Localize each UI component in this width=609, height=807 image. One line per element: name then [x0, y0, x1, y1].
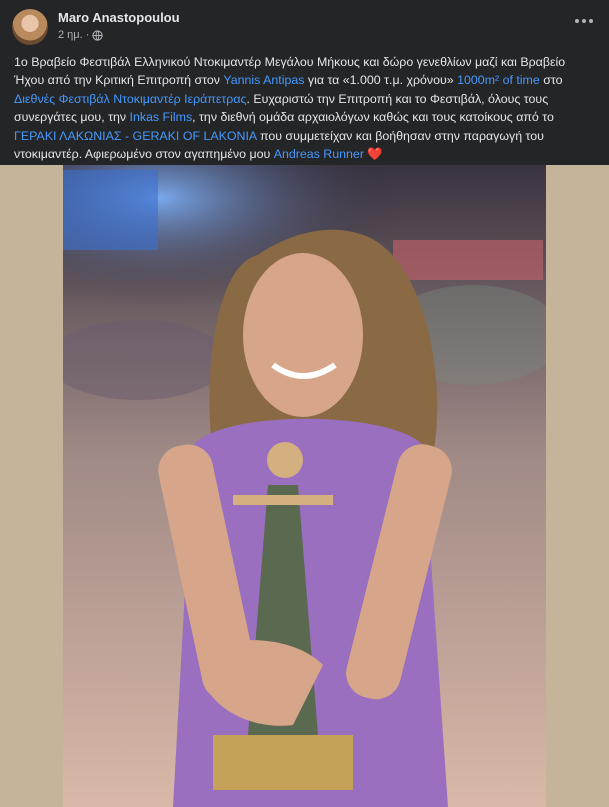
post-time[interactable]: 2 ημ.	[58, 29, 83, 41]
tag-ierapetra-festival[interactable]: Διεθνές Φεστιβάλ Ντοκιμαντέρ Ιεράπετρας	[14, 92, 246, 106]
heart-emoji: ❤️	[363, 147, 383, 162]
author-avatar[interactable]	[12, 9, 48, 45]
meta-separator: ·	[85, 29, 90, 41]
text-segment: , την διεθνή ομάδα αρχαιολόγων καθώς και…	[192, 110, 554, 125]
photo-content	[63, 165, 546, 807]
text-segment: στο	[539, 73, 563, 88]
tag-geraki-lakonia[interactable]: ΓΕΡΑΚΙ ΛΑΚΩΝΙΑΣ - GERAKI OF LAKONIA	[14, 129, 257, 143]
post-text: 1ο Βραβείο Φεστιβάλ Ελληνικού Ντοκιμαντέ…	[14, 53, 598, 163]
photo-illustration	[63, 165, 546, 807]
tag-andreas-runner[interactable]: Andreas Runner	[274, 147, 364, 161]
tag-inkas-films[interactable]: Inkas Films	[130, 110, 193, 124]
globe-icon	[92, 29, 103, 41]
author-name[interactable]: Maro Anastopoulou	[58, 10, 180, 25]
post-meta: 2 ημ. ·	[58, 29, 103, 41]
text-segment: για τα «1.000 τ.μ. χρόνου»	[304, 73, 458, 88]
tag-1000m2-of-time[interactable]: 1000m² of time	[457, 73, 540, 87]
post-header: Maro Anastopoulou 2 ημ. ·	[0, 0, 609, 48]
post-photo[interactable]	[0, 165, 609, 807]
more-options-icon[interactable]	[573, 12, 595, 30]
tag-yannis-antipas[interactable]: Yannis Antipas	[223, 73, 304, 87]
